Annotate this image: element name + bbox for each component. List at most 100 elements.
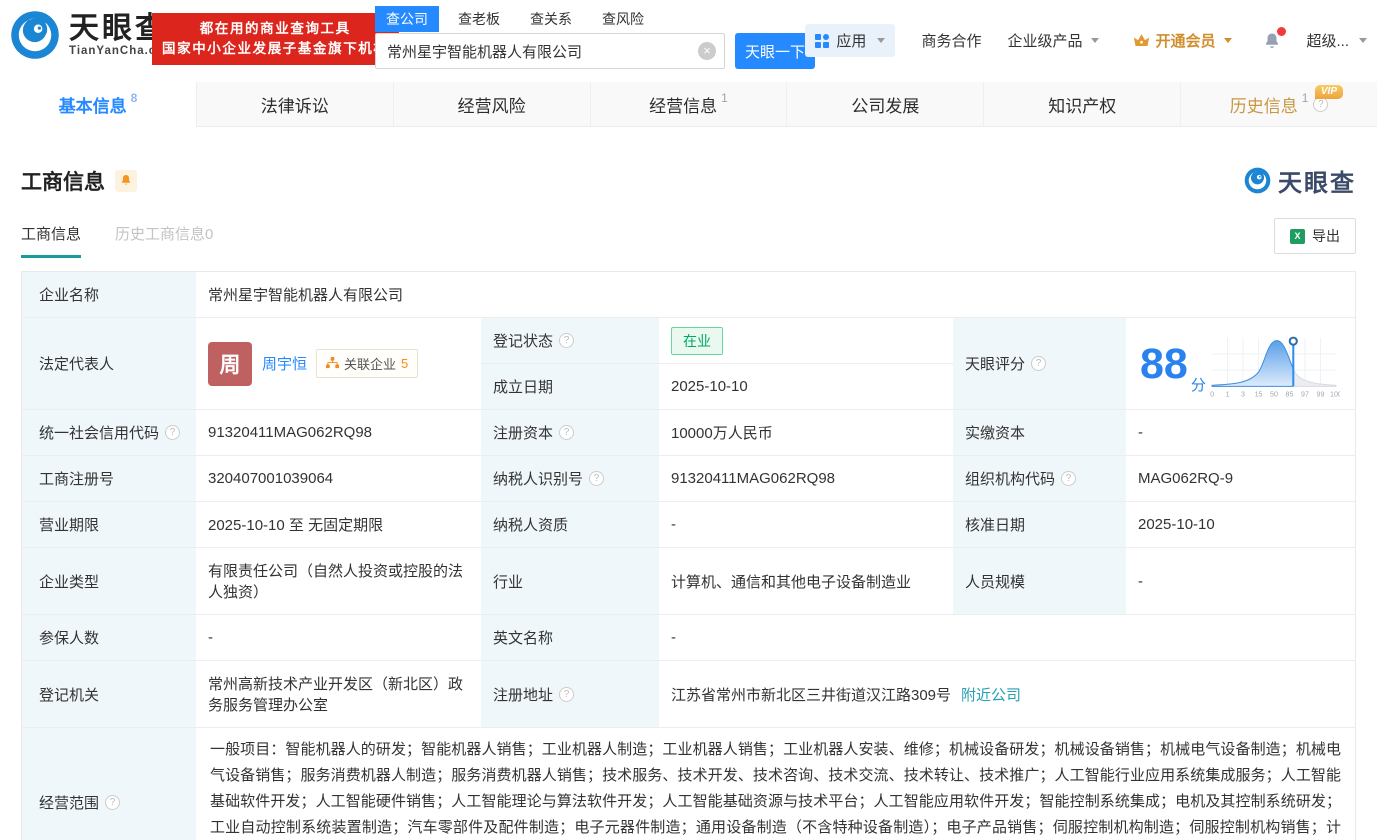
business-term-label: 营业期限 bbox=[39, 517, 100, 534]
bell-icon bbox=[121, 175, 131, 185]
nav-coop-label: 商务合作 bbox=[921, 33, 982, 50]
table-row: 登记机关 常州高新技术产业开发区（新北区）政务服务管理办公室 注册地址 ? 江苏… bbox=[22, 661, 1355, 728]
paid-capital-value: - bbox=[1138, 424, 1143, 441]
score-label: 天眼评分 bbox=[965, 356, 1026, 373]
tab-label: 法律诉讼 bbox=[260, 96, 329, 116]
english-name-value: - bbox=[671, 629, 676, 646]
svg-text:97: 97 bbox=[1301, 390, 1309, 398]
help-icon[interactable]: ? bbox=[559, 686, 575, 702]
legal-rep-name-link[interactable]: 周宇恒 bbox=[262, 353, 307, 374]
help-icon[interactable]: ? bbox=[105, 794, 121, 810]
industry-label: 行业 bbox=[493, 573, 524, 591]
subscribe-bell-chip[interactable] bbox=[115, 169, 137, 192]
help-icon[interactable]: ? bbox=[1061, 471, 1077, 486]
approved-date-label: 核准日期 bbox=[965, 517, 1026, 534]
credit-code-label: 统一社会信用代码 bbox=[39, 425, 160, 442]
search-tab-company[interactable]: 查公司 bbox=[375, 6, 439, 32]
company-name-label: 企业名称 bbox=[22, 272, 196, 317]
vip-badge: VIP bbox=[1314, 85, 1344, 99]
nav-apps[interactable]: 应用 bbox=[805, 24, 896, 57]
chevron-down-icon bbox=[877, 38, 886, 43]
reg-number-value: 320407001039064 bbox=[208, 470, 334, 487]
insured-staff-label: 参保人数 bbox=[39, 630, 100, 647]
tianyancha-swirl-icon bbox=[11, 11, 59, 59]
svg-text:3: 3 bbox=[1241, 390, 1245, 398]
help-icon[interactable]: ? bbox=[559, 425, 575, 440]
clear-search-icon[interactable]: × bbox=[698, 42, 716, 60]
table-row: 统一社会信用代码 ? 91320411MAG062RQ98 注册资本 ? 100… bbox=[22, 410, 1355, 456]
insured-staff-value: - bbox=[208, 629, 213, 646]
tianyancha-logo[interactable]: 天眼查 TianYanCha.com bbox=[10, 10, 175, 60]
tab-label: 经营风险 bbox=[457, 96, 526, 116]
search-tab-risk[interactable]: 查风险 bbox=[591, 6, 655, 32]
tab-intellectual-property[interactable]: 知识产权 bbox=[983, 82, 1180, 126]
help-icon[interactable]: ? bbox=[165, 425, 181, 440]
tab-label: 经营信息 bbox=[649, 96, 718, 116]
nav-user-menu[interactable]: 超级... bbox=[1306, 30, 1367, 51]
search-tab-relation[interactable]: 查关系 bbox=[519, 6, 583, 32]
related-companies-badge[interactable]: 关联企业 5 bbox=[316, 349, 419, 378]
table-row: 参保人数 - 英文名称 - bbox=[22, 615, 1355, 661]
watermark-text: 天眼查 bbox=[1278, 170, 1356, 197]
excel-icon: X bbox=[1290, 228, 1305, 244]
svg-text:85: 85 bbox=[1285, 390, 1293, 398]
business-scope-label: 经营范围 bbox=[39, 794, 100, 812]
chevron-down-icon bbox=[1224, 38, 1233, 43]
crown-icon bbox=[1134, 34, 1150, 47]
taxpayer-id-label: 纳税人识别号 bbox=[493, 471, 584, 488]
tab-count: 8 bbox=[130, 91, 138, 105]
taxpayer-qualification-label: 纳税人资质 bbox=[493, 517, 569, 534]
slogan-banner: 都在用的商业查询工具 国家中小企业发展子基金旗下机构 bbox=[152, 13, 399, 65]
help-icon[interactable]: ? bbox=[559, 333, 575, 348]
reg-address-label: 注册地址 bbox=[493, 686, 554, 704]
search-tab-boss[interactable]: 查老板 bbox=[447, 6, 511, 32]
notification-dot bbox=[1277, 26, 1287, 36]
nav-vip-upgrade[interactable]: 开通会员 bbox=[1133, 30, 1233, 51]
subtab-history-business-info[interactable]: 历史工商信息0 bbox=[115, 223, 213, 258]
nav-business-cooperation[interactable]: 商务合作 bbox=[921, 30, 981, 51]
export-button[interactable]: X 导出 bbox=[1274, 218, 1356, 254]
search-button[interactable]: 天眼一下 bbox=[735, 33, 815, 69]
legal-rep-label: 法定代表人 bbox=[22, 318, 196, 409]
reg-authority-value: 常州高新技术产业开发区（新北区）政务服务管理办公室 bbox=[208, 676, 464, 714]
company-type-value: 有限责任公司（自然人投资或控股的法人独资） bbox=[208, 563, 464, 601]
establish-date-label: 成立日期 bbox=[493, 379, 554, 396]
export-label: 导出 bbox=[1312, 228, 1340, 244]
notification-bell[interactable] bbox=[1262, 26, 1287, 51]
reg-capital-value: 10000万人民币 bbox=[671, 425, 773, 442]
org-chart-icon bbox=[326, 357, 340, 369]
table-row: 法定代表人 周 周宇恒 关联企业 5 登记状态 ? 在业 成立日期 2025-1… bbox=[22, 318, 1355, 410]
nav-enterprise-products[interactable]: 企业级产品 bbox=[1007, 30, 1100, 51]
search-input[interactable] bbox=[375, 33, 725, 69]
tab-history-info[interactable]: VIP 历史信息 1 ? bbox=[1180, 82, 1377, 126]
reg-authority-label: 登记机关 bbox=[39, 686, 100, 704]
tab-label: 知识产权 bbox=[1048, 96, 1117, 116]
tab-operation-info[interactable]: 经营信息 1 bbox=[589, 82, 787, 126]
chevron-down-icon bbox=[1091, 38, 1100, 43]
credit-code-value: 91320411MAG062RQ98 bbox=[208, 424, 373, 441]
svg-text:1: 1 bbox=[1225, 390, 1229, 398]
nav-entp-label: 企业级产品 bbox=[1007, 33, 1083, 50]
reg-status-label: 登记状态 bbox=[493, 333, 554, 350]
related-companies-count: 5 bbox=[401, 356, 409, 371]
reg-address-value: 江苏省常州市新北区三井街道汉江路309号 bbox=[671, 686, 952, 704]
english-name-label: 英文名称 bbox=[493, 630, 554, 647]
tianyancha-watermark: 天眼查 bbox=[1244, 163, 1356, 198]
help-icon[interactable]: ? bbox=[1031, 356, 1047, 371]
score-label-cell: 天眼评分 ? bbox=[953, 318, 1126, 409]
paid-capital-label: 实缴资本 bbox=[965, 425, 1026, 442]
nearby-companies-link[interactable]: 附近公司 bbox=[961, 684, 1021, 705]
tab-legal-litigation[interactable]: 法律诉讼 bbox=[195, 82, 393, 126]
tab-company-development[interactable]: 公司发展 bbox=[786, 82, 983, 126]
company-tab-bar: 基本信息 8 法律诉讼 经营风险 经营信息 1 公司发展 知识产权 VIP 历史… bbox=[0, 82, 1377, 127]
business-term-value: 2025-10-10 至 无固定期限 bbox=[208, 517, 384, 534]
subtab-business-info[interactable]: 工商信息 bbox=[21, 223, 82, 258]
help-icon[interactable]: ? bbox=[589, 471, 605, 486]
tab-operation-risk[interactable]: 经营风险 bbox=[392, 82, 590, 126]
legal-rep-avatar[interactable]: 周 bbox=[208, 341, 252, 386]
search-tabs: 查公司 查老板 查关系 查风险 bbox=[375, 6, 815, 32]
tab-count: 1 bbox=[1301, 91, 1309, 105]
approved-date-value: 2025-10-10 bbox=[1138, 516, 1215, 533]
tab-basic-info[interactable]: 基本信息 8 bbox=[0, 82, 196, 127]
score-unit: 分 bbox=[1190, 377, 1206, 394]
